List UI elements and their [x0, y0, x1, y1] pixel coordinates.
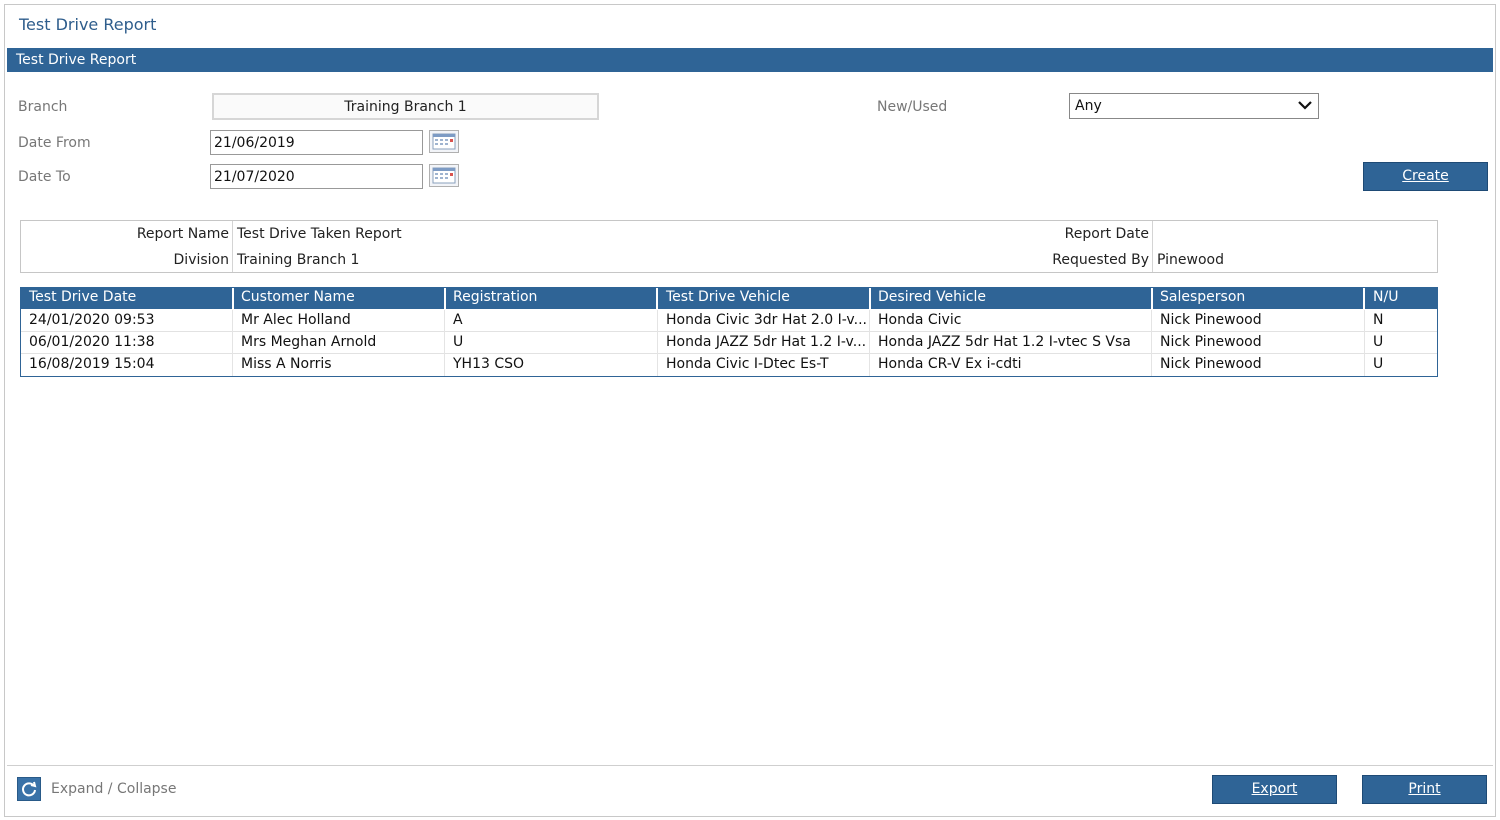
expand-collapse-toggle[interactable]: Expand / Collapse: [17, 777, 176, 801]
branch-label: Branch: [18, 99, 68, 115]
cell-test-drive-date: 06/01/2020 11:38: [21, 332, 233, 354]
report-name-value: Test Drive Taken Report: [237, 226, 402, 242]
cell-test-drive-vehicle: Honda JAZZ 5dr Hat 1.2 I-v...: [658, 332, 870, 354]
date-to-input[interactable]: 21/07/2020: [210, 164, 423, 189]
date-from-label: Date From: [18, 135, 91, 151]
chevron-down-icon: [1297, 97, 1313, 117]
table-row[interactable]: 06/01/2020 11:38 Mrs Meghan Arnold U Hon…: [21, 332, 1437, 354]
column-header[interactable]: Registration: [445, 288, 658, 309]
new-used-select[interactable]: Any: [1069, 93, 1319, 119]
report-date-value: [1153, 221, 1433, 247]
calendar-icon[interactable]: [429, 130, 459, 153]
new-used-value: Any: [1075, 98, 1102, 114]
cell-new-used: N: [1373, 312, 1384, 328]
report-date-label: Report Date: [1064, 226, 1149, 242]
cell-registration: U: [445, 332, 658, 354]
cell-salesperson: Nick Pinewood: [1152, 310, 1365, 332]
cell-test-drive-date: 16/08/2019 15:04: [21, 354, 233, 376]
cell-customer-name: Miss A Norris: [233, 354, 445, 376]
column-header[interactable]: Desired Vehicle: [870, 288, 1153, 309]
cell-registration: A: [445, 310, 658, 332]
calendar-icon[interactable]: [429, 164, 459, 187]
column-header[interactable]: N/U: [1365, 288, 1437, 309]
requested-by-label: Requested By: [1052, 252, 1149, 268]
cell-test-drive-vehicle: Honda Civic 3dr Hat 2.0 I-v...: [658, 310, 870, 332]
report-info-panel: Report Name Test Drive Taken Report Divi…: [20, 220, 1438, 273]
cell-salesperson: Nick Pinewood: [1152, 332, 1365, 354]
column-header[interactable]: Test Drive Date: [21, 288, 234, 309]
cell-new-used: U: [1373, 334, 1384, 350]
cell-desired-vehicle: Honda CR-V Ex i-cdti: [870, 354, 1152, 376]
calendar-icon-graphic: [432, 133, 456, 150]
page-title: Test Drive Report: [19, 15, 157, 34]
report-window: Test Drive Report Test Drive Report Bran…: [4, 4, 1496, 817]
cell-salesperson: Nick Pinewood: [1152, 354, 1365, 376]
cell-desired-vehicle: Honda Civic: [870, 310, 1152, 332]
cell-customer-name: Mr Alec Holland: [233, 310, 445, 332]
column-header[interactable]: Salesperson: [1152, 288, 1365, 309]
requested-by-value: Pinewood: [1157, 252, 1224, 268]
table-header: Test Drive Date Customer Name Registrati…: [21, 288, 1437, 309]
report-name-label: Report Name: [136, 226, 229, 242]
table-row[interactable]: 16/08/2019 15:04 Miss A Norris YH13 CSO …: [21, 354, 1437, 376]
section-header: Test Drive Report: [7, 48, 1493, 72]
division-label: Division: [173, 252, 229, 268]
column-header[interactable]: Test Drive Vehicle: [658, 288, 871, 309]
cell-test-drive-vehicle: Honda Civic I-Dtec Es-T: [658, 354, 870, 376]
footer-divider: [7, 765, 1493, 766]
date-to-label: Date To: [18, 169, 71, 185]
cell-test-drive-date: 24/01/2020 09:53: [21, 310, 233, 332]
refresh-icon: [17, 777, 41, 801]
new-used-label: New/Used: [877, 99, 948, 115]
cell-customer-name: Mrs Meghan Arnold: [233, 332, 445, 354]
column-header[interactable]: Customer Name: [233, 288, 446, 309]
division-value: Training Branch 1: [237, 252, 360, 268]
cell-new-used: U: [1373, 356, 1384, 372]
cell-desired-vehicle: Honda JAZZ 5dr Hat 1.2 I-vtec S Vsa: [870, 332, 1152, 354]
table-row[interactable]: 24/01/2020 09:53 Mr Alec Holland A Honda…: [21, 310, 1437, 332]
results-table: Test Drive Date Customer Name Registrati…: [20, 287, 1438, 377]
export-button[interactable]: Export: [1212, 775, 1337, 804]
calendar-icon-graphic: [432, 167, 456, 184]
cell-registration: YH13 CSO: [445, 354, 658, 376]
print-button[interactable]: Print: [1362, 775, 1487, 804]
create-button[interactable]: Create: [1363, 162, 1488, 191]
expand-collapse-label: Expand / Collapse: [51, 781, 177, 797]
date-from-input[interactable]: 21/06/2019: [210, 130, 423, 155]
branch-field[interactable]: Training Branch 1: [212, 93, 599, 120]
